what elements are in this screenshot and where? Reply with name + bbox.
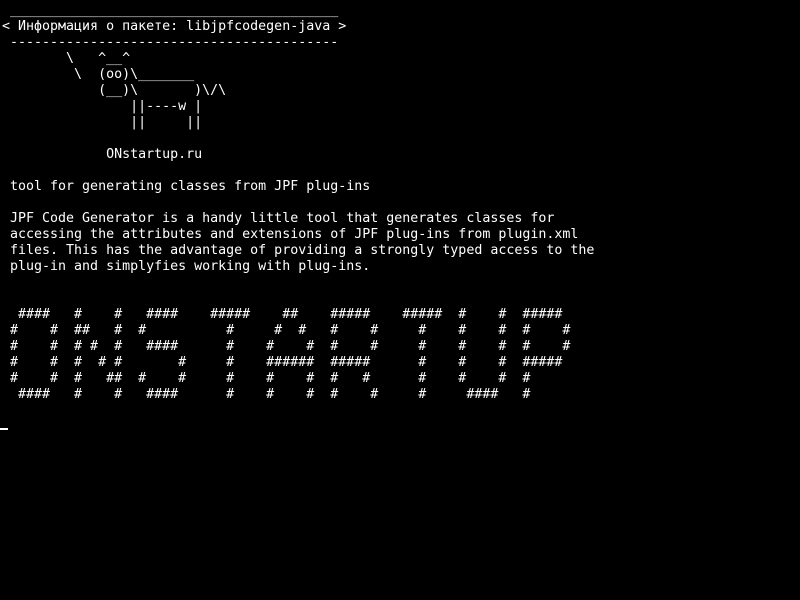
site-credit: ONstartup.ru xyxy=(2,147,203,162)
cow-art-line: || || xyxy=(2,115,203,130)
package-description-line: files. This has the advantage of providi… xyxy=(2,243,595,258)
banner-art-line: #### # # #### ##### ## ##### ##### # # #… xyxy=(2,307,563,322)
banner-art-line: # # # ## # # # # # # # # # # # xyxy=(2,371,531,386)
cow-art-line: ||----w | xyxy=(2,99,203,114)
cow-art-line: \ ^__^ xyxy=(2,51,131,66)
cowsay-message: < Информация о пакете: libjpfcodegen-jav… xyxy=(2,19,347,34)
banner-art-line: # # # # # # # ###### ##### # # # ##### xyxy=(2,355,563,370)
text-cursor xyxy=(0,428,8,430)
banner-art-line: # # ## # # # # # # # # # # # # xyxy=(2,323,571,338)
package-description-line: accessing the attributes and extensions … xyxy=(2,227,579,242)
cow-art-line: \ (oo)\_______ xyxy=(2,67,195,82)
package-summary: tool for generating classes from JPF plu… xyxy=(2,179,371,194)
cowsay-top-border: ________________________________________… xyxy=(2,3,339,18)
package-description-line: plug-in and simplyfies working with plug… xyxy=(2,259,371,274)
cow-art-line: (__)\ )\/\ xyxy=(2,83,227,98)
banner-art-line: #### # # #### # # # # # # #### # xyxy=(2,387,531,402)
terminal-output: ________________________________________… xyxy=(2,3,798,597)
banner-art-line: # # # # # #### # # # # # # # # # # xyxy=(2,339,571,354)
cowsay-bottom-border: ----------------------------------------… xyxy=(2,35,339,50)
package-description-line: JPF Code Generator is a handy little too… xyxy=(2,211,555,226)
